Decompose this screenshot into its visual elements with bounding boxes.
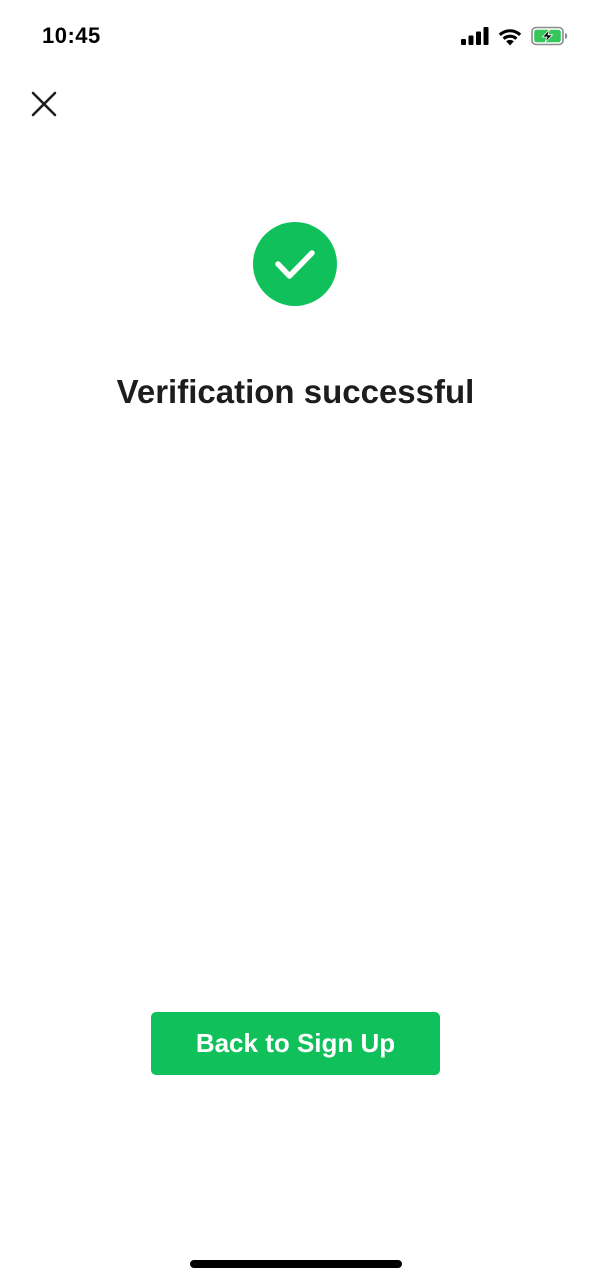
status-bar: 10:45	[0, 0, 591, 72]
close-icon	[31, 91, 57, 117]
checkmark-icon	[275, 250, 315, 279]
success-badge	[253, 222, 337, 306]
status-time: 10:45	[42, 23, 101, 48]
home-indicator[interactable]	[190, 1260, 402, 1268]
battery-charging-icon	[531, 26, 568, 46]
back-to-sign-up-button[interactable]: Back to Sign Up	[151, 1012, 440, 1075]
signal-icon	[461, 27, 489, 45]
page-title: Verification successful	[116, 373, 475, 410]
wifi-icon	[498, 28, 522, 45]
status-icons	[461, 24, 569, 48]
close-button[interactable]	[22, 82, 66, 126]
